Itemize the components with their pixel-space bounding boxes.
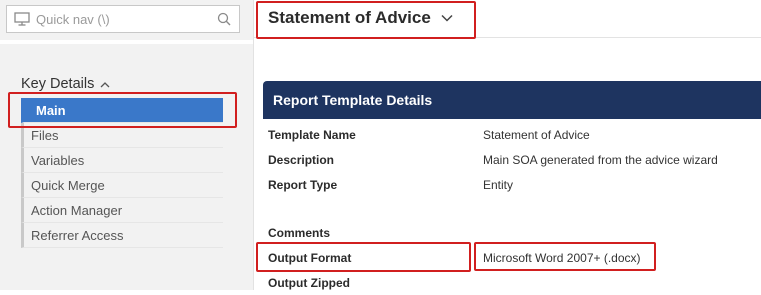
- section-title: Key Details: [21, 76, 95, 92]
- chevron-down-icon: [441, 14, 453, 22]
- field-label: Output Format: [268, 251, 352, 265]
- detail-row-comments: Comments: [263, 220, 761, 245]
- sidebar-divider: [0, 40, 253, 44]
- sidebar: Quick nav (\) Key Details Main Files Var…: [0, 0, 254, 290]
- quick-nav-input[interactable]: Quick nav (\): [6, 5, 240, 33]
- page-title: Statement of Advice: [268, 8, 431, 27]
- sidebar-item-quick-merge[interactable]: Quick Merge: [21, 173, 223, 198]
- monitor-icon: [14, 12, 30, 26]
- quick-nav-placeholder: Quick nav (\): [36, 11, 110, 27]
- field-label: Description: [268, 153, 335, 167]
- sidebar-nav: Main Files Variables Quick Merge Action …: [21, 98, 223, 248]
- detail-row-template-name: Template Name Statement of Advice: [263, 122, 761, 147]
- field-value: Microsoft Word 2007+ (.docx): [483, 251, 641, 265]
- key-details-toggle[interactable]: Key Details: [21, 76, 110, 92]
- field-value: Main SOA generated from the advice wizar…: [483, 153, 718, 167]
- sidebar-item-referrer-access[interactable]: Referrer Access: [21, 223, 223, 248]
- main-content: Statement of Advice Report Template Deta…: [254, 0, 761, 290]
- sidebar-item-main[interactable]: Main: [21, 98, 223, 123]
- chevron-up-icon: [100, 81, 110, 87]
- field-value: Statement of Advice: [483, 128, 590, 142]
- field-label: Comments: [268, 226, 331, 240]
- field-label: Report Type: [268, 178, 338, 192]
- detail-row-output-zipped: Output Zipped: [263, 270, 761, 295]
- sidebar-item-files[interactable]: Files: [21, 123, 223, 148]
- field-label: Output Zipped: [268, 276, 350, 290]
- detail-row-description: Description Main SOA generated from the …: [263, 147, 761, 172]
- detail-row-output-format: Output Format Microsoft Word 2007+ (.doc…: [263, 245, 761, 270]
- page-header: Statement of Advice: [254, 0, 761, 38]
- page-title-dropdown[interactable]: Statement of Advice: [268, 8, 453, 28]
- search-icon[interactable]: [217, 12, 231, 26]
- detail-row-report-type: Report Type Entity: [263, 172, 761, 197]
- panel-title: Report Template Details: [263, 81, 761, 119]
- sidebar-item-action-manager[interactable]: Action Manager: [21, 198, 223, 223]
- field-value: Entity: [483, 178, 514, 192]
- report-template-panel: Report Template Details Template Name St…: [263, 81, 761, 295]
- sidebar-item-variables[interactable]: Variables: [21, 148, 223, 173]
- field-label: Template Name: [268, 128, 356, 142]
